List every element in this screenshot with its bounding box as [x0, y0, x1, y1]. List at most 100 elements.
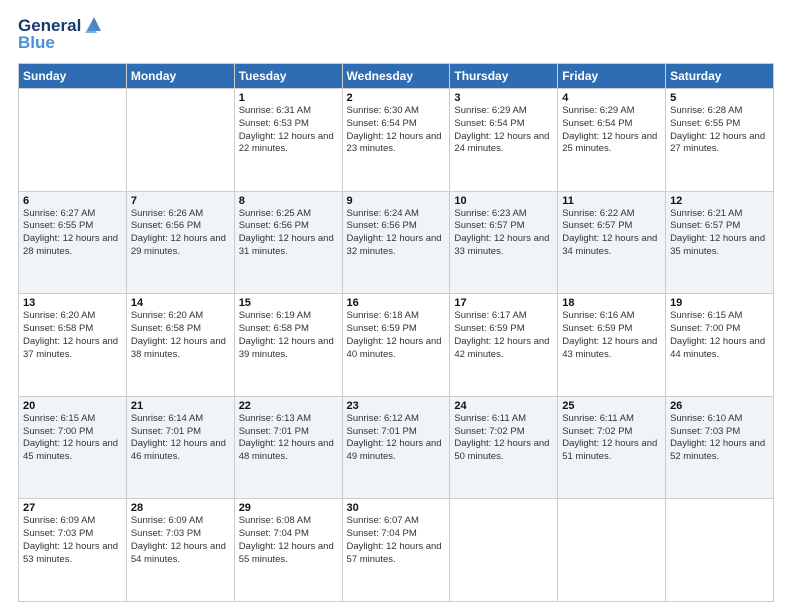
day-info: Sunrise: 6:26 AMSunset: 6:56 PMDaylight:… [131, 208, 226, 257]
calendar-cell: 10Sunrise: 6:23 AMSunset: 6:57 PMDayligh… [450, 191, 558, 294]
day-info: Sunrise: 6:20 AMSunset: 6:58 PMDaylight:… [23, 310, 118, 359]
calendar-cell: 16Sunrise: 6:18 AMSunset: 6:59 PMDayligh… [342, 294, 450, 397]
calendar-cell: 3Sunrise: 6:29 AMSunset: 6:54 PMDaylight… [450, 89, 558, 192]
day-number: 22 [239, 400, 338, 412]
day-info: Sunrise: 6:10 AMSunset: 7:03 PMDaylight:… [670, 413, 765, 462]
day-info: Sunrise: 6:07 AMSunset: 7:04 PMDaylight:… [347, 515, 442, 564]
calendar-week-row: 1Sunrise: 6:31 AMSunset: 6:53 PMDaylight… [19, 89, 774, 192]
day-info: Sunrise: 6:30 AMSunset: 6:54 PMDaylight:… [347, 105, 442, 154]
calendar-week-row: 20Sunrise: 6:15 AMSunset: 7:00 PMDayligh… [19, 396, 774, 499]
calendar-cell: 2Sunrise: 6:30 AMSunset: 6:54 PMDaylight… [342, 89, 450, 192]
day-number: 14 [131, 297, 230, 309]
calendar-cell: 26Sunrise: 6:10 AMSunset: 7:03 PMDayligh… [666, 396, 774, 499]
col-header-tuesday: Tuesday [234, 64, 342, 89]
day-info: Sunrise: 6:29 AMSunset: 6:54 PMDaylight:… [454, 105, 549, 154]
col-header-sunday: Sunday [19, 64, 127, 89]
calendar-cell: 17Sunrise: 6:17 AMSunset: 6:59 PMDayligh… [450, 294, 558, 397]
day-number: 12 [670, 195, 769, 207]
day-info: Sunrise: 6:24 AMSunset: 6:56 PMDaylight:… [347, 208, 442, 257]
day-info: Sunrise: 6:23 AMSunset: 6:57 PMDaylight:… [454, 208, 549, 257]
day-number: 10 [454, 195, 553, 207]
day-number: 1 [239, 92, 338, 104]
day-info: Sunrise: 6:25 AMSunset: 6:56 PMDaylight:… [239, 208, 334, 257]
day-number: 18 [562, 297, 661, 309]
day-info: Sunrise: 6:31 AMSunset: 6:53 PMDaylight:… [239, 105, 334, 154]
col-header-monday: Monday [126, 64, 234, 89]
day-number: 20 [23, 400, 122, 412]
day-number: 8 [239, 195, 338, 207]
day-info: Sunrise: 6:11 AMSunset: 7:02 PMDaylight:… [562, 413, 657, 462]
day-info: Sunrise: 6:28 AMSunset: 6:55 PMDaylight:… [670, 105, 765, 154]
day-info: Sunrise: 6:09 AMSunset: 7:03 PMDaylight:… [23, 515, 118, 564]
day-info: Sunrise: 6:20 AMSunset: 6:58 PMDaylight:… [131, 310, 226, 359]
calendar-cell: 12Sunrise: 6:21 AMSunset: 6:57 PMDayligh… [666, 191, 774, 294]
day-info: Sunrise: 6:13 AMSunset: 7:01 PMDaylight:… [239, 413, 334, 462]
calendar-cell: 25Sunrise: 6:11 AMSunset: 7:02 PMDayligh… [558, 396, 666, 499]
calendar-cell: 14Sunrise: 6:20 AMSunset: 6:58 PMDayligh… [126, 294, 234, 397]
day-info: Sunrise: 6:21 AMSunset: 6:57 PMDaylight:… [670, 208, 765, 257]
day-number: 9 [347, 195, 446, 207]
calendar-cell: 29Sunrise: 6:08 AMSunset: 7:04 PMDayligh… [234, 499, 342, 602]
calendar-cell: 13Sunrise: 6:20 AMSunset: 6:58 PMDayligh… [19, 294, 127, 397]
calendar-cell: 4Sunrise: 6:29 AMSunset: 6:54 PMDaylight… [558, 89, 666, 192]
calendar-cell: 27Sunrise: 6:09 AMSunset: 7:03 PMDayligh… [19, 499, 127, 602]
day-info: Sunrise: 6:09 AMSunset: 7:03 PMDaylight:… [131, 515, 226, 564]
day-info: Sunrise: 6:27 AMSunset: 6:55 PMDaylight:… [23, 208, 118, 257]
calendar-cell [450, 499, 558, 602]
calendar-cell: 20Sunrise: 6:15 AMSunset: 7:00 PMDayligh… [19, 396, 127, 499]
calendar-cell: 5Sunrise: 6:28 AMSunset: 6:55 PMDaylight… [666, 89, 774, 192]
day-number: 15 [239, 297, 338, 309]
col-header-thursday: Thursday [450, 64, 558, 89]
calendar-cell [666, 499, 774, 602]
day-info: Sunrise: 6:15 AMSunset: 7:00 PMDaylight:… [23, 413, 118, 462]
day-number: 28 [131, 502, 230, 514]
logo-icon [83, 13, 105, 35]
calendar-cell: 18Sunrise: 6:16 AMSunset: 6:59 PMDayligh… [558, 294, 666, 397]
day-number: 21 [131, 400, 230, 412]
calendar-cell: 15Sunrise: 6:19 AMSunset: 6:58 PMDayligh… [234, 294, 342, 397]
day-number: 16 [347, 297, 446, 309]
calendar-header-row: SundayMondayTuesdayWednesdayThursdayFrid… [19, 64, 774, 89]
logo: General Blue [18, 16, 105, 53]
day-info: Sunrise: 6:19 AMSunset: 6:58 PMDaylight:… [239, 310, 334, 359]
calendar-cell: 21Sunrise: 6:14 AMSunset: 7:01 PMDayligh… [126, 396, 234, 499]
day-info: Sunrise: 6:22 AMSunset: 6:57 PMDaylight:… [562, 208, 657, 257]
day-info: Sunrise: 6:08 AMSunset: 7:04 PMDaylight:… [239, 515, 334, 564]
day-number: 11 [562, 195, 661, 207]
calendar-cell: 24Sunrise: 6:11 AMSunset: 7:02 PMDayligh… [450, 396, 558, 499]
day-number: 26 [670, 400, 769, 412]
day-number: 30 [347, 502, 446, 514]
calendar-cell: 8Sunrise: 6:25 AMSunset: 6:56 PMDaylight… [234, 191, 342, 294]
col-header-friday: Friday [558, 64, 666, 89]
day-number: 3 [454, 92, 553, 104]
day-info: Sunrise: 6:16 AMSunset: 6:59 PMDaylight:… [562, 310, 657, 359]
calendar-cell: 6Sunrise: 6:27 AMSunset: 6:55 PMDaylight… [19, 191, 127, 294]
day-number: 29 [239, 502, 338, 514]
calendar-cell: 7Sunrise: 6:26 AMSunset: 6:56 PMDaylight… [126, 191, 234, 294]
page-header: General Blue [18, 16, 774, 53]
day-number: 13 [23, 297, 122, 309]
day-number: 2 [347, 92, 446, 104]
day-number: 17 [454, 297, 553, 309]
day-number: 6 [23, 195, 122, 207]
day-info: Sunrise: 6:17 AMSunset: 6:59 PMDaylight:… [454, 310, 549, 359]
calendar-cell: 30Sunrise: 6:07 AMSunset: 7:04 PMDayligh… [342, 499, 450, 602]
calendar-cell: 9Sunrise: 6:24 AMSunset: 6:56 PMDaylight… [342, 191, 450, 294]
day-info: Sunrise: 6:12 AMSunset: 7:01 PMDaylight:… [347, 413, 442, 462]
day-number: 5 [670, 92, 769, 104]
calendar-week-row: 27Sunrise: 6:09 AMSunset: 7:03 PMDayligh… [19, 499, 774, 602]
day-info: Sunrise: 6:14 AMSunset: 7:01 PMDaylight:… [131, 413, 226, 462]
day-number: 23 [347, 400, 446, 412]
day-number: 19 [670, 297, 769, 309]
day-number: 27 [23, 502, 122, 514]
calendar-cell [126, 89, 234, 192]
day-info: Sunrise: 6:18 AMSunset: 6:59 PMDaylight:… [347, 310, 442, 359]
col-header-wednesday: Wednesday [342, 64, 450, 89]
day-info: Sunrise: 6:29 AMSunset: 6:54 PMDaylight:… [562, 105, 657, 154]
calendar-cell: 1Sunrise: 6:31 AMSunset: 6:53 PMDaylight… [234, 89, 342, 192]
calendar-cell: 23Sunrise: 6:12 AMSunset: 7:01 PMDayligh… [342, 396, 450, 499]
logo-text-blue: Blue [18, 33, 105, 53]
day-number: 24 [454, 400, 553, 412]
day-number: 25 [562, 400, 661, 412]
calendar-week-row: 13Sunrise: 6:20 AMSunset: 6:58 PMDayligh… [19, 294, 774, 397]
